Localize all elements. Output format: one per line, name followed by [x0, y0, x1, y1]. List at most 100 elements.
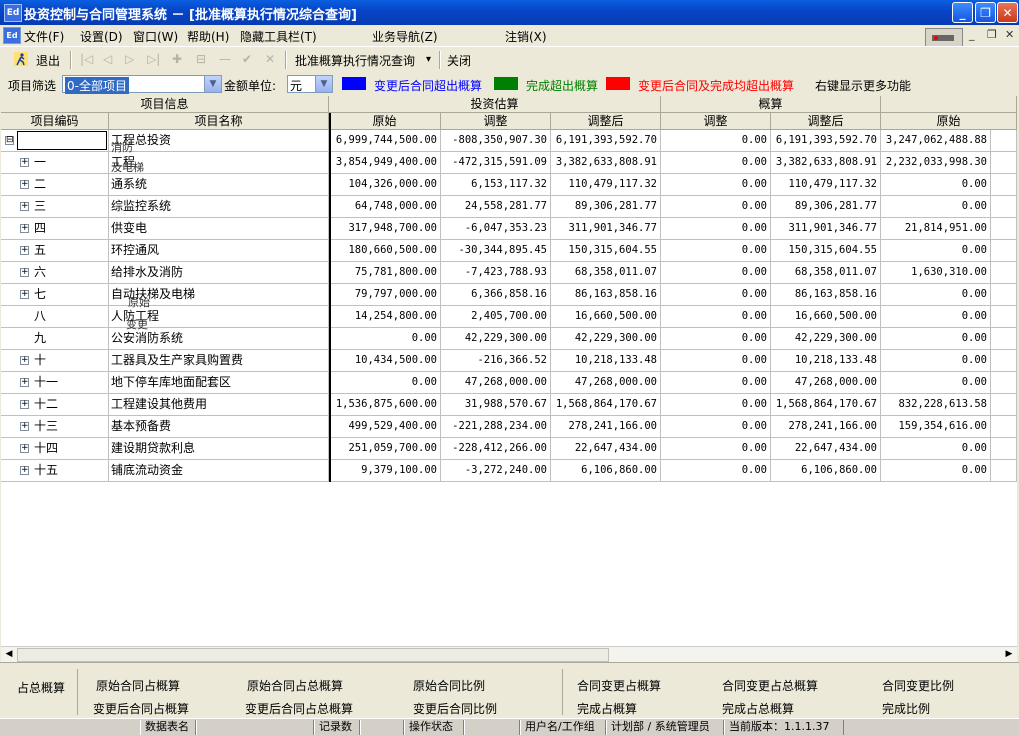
cell-project-code[interactable]: + 十四: [1, 438, 109, 460]
cell-estimate-original[interactable]: 79,797,000.00: [329, 284, 441, 306]
cell-contract-original[interactable]: 0.00: [881, 328, 991, 350]
table-row[interactable]: + 二通系统 104,326,000.00 6,153,117.32 110,479,1…: [1, 174, 1017, 196]
cancel-record-icon[interactable]: ✕: [265, 52, 275, 66]
expand-icon[interactable]: +: [20, 268, 29, 277]
mdi-minimize-button[interactable]: _: [969, 28, 975, 41]
cell-project-name[interactable]: 工器具及生产家具购置费: [109, 350, 329, 372]
cell-estimate-original[interactable]: 14,254,800.00: [329, 306, 441, 328]
cell-estimate-adjusted[interactable]: 42,229,300.00: [551, 328, 661, 350]
first-record-icon[interactable]: |◁: [80, 52, 93, 66]
cell-estimate-adjusted[interactable]: 110,479,117.32: [551, 174, 661, 196]
cell-budget-adjusted[interactable]: 6,191,393,592.70: [771, 130, 881, 152]
cell-contract-original[interactable]: 0.00: [881, 372, 991, 394]
cell-contract-original[interactable]: 0.00: [881, 196, 991, 218]
cell-budget-adjust[interactable]: 0.00: [661, 284, 771, 306]
cell-estimate-original[interactable]: 64,748,000.00: [329, 196, 441, 218]
menu-business-nav[interactable]: 业务导航(Z): [372, 28, 438, 45]
scroll-thumb[interactable]: [17, 648, 609, 662]
mdi-child-icon[interactable]: Ed: [3, 27, 21, 44]
cell-contract-original[interactable]: 21,814,951.00: [881, 218, 991, 240]
cell-budget-adjusted[interactable]: 22,647,434.00: [771, 438, 881, 460]
cell-budget-adjust[interactable]: 0.00: [661, 438, 771, 460]
cell-budget-adjusted[interactable]: 47,268,000.00: [771, 372, 881, 394]
add-record-icon[interactable]: ✚: [172, 52, 182, 66]
cell-estimate-original[interactable]: 251,059,700.00: [329, 438, 441, 460]
cell-budget-adjust[interactable]: 0.00: [661, 328, 771, 350]
cell-estimate-adjusted[interactable]: 6,106,860.00: [551, 460, 661, 482]
cell-estimate-adjusted[interactable]: 68,358,011.07: [551, 262, 661, 284]
table-row[interactable]: + 七自动扶梯及电梯 79,797,000.00 6,366,858.16 86,163…: [1, 284, 1017, 306]
cell-estimate-adjust[interactable]: -228,412,266.00: [441, 438, 551, 460]
cell-estimate-adjusted[interactable]: 89,306,281.77: [551, 196, 661, 218]
query-type-dropdown[interactable]: 批准概算执行情况查询: [295, 52, 415, 69]
table-row[interactable]: 八人防工程 14,254,800.00 2,405,700.00 16,660,500…: [1, 306, 1017, 328]
cell-contract-original[interactable]: 0.00: [881, 284, 991, 306]
mdi-close-button[interactable]: ✕: [1005, 28, 1014, 41]
expand-icon[interactable]: +: [20, 158, 29, 167]
column-header[interactable]: 项目名称: [109, 113, 329, 130]
cell-estimate-original[interactable]: 0.00: [329, 328, 441, 350]
code-edit-box[interactable]: [17, 131, 107, 150]
cell-estimate-original[interactable]: 75,781,800.00: [329, 262, 441, 284]
expand-icon[interactable]: +: [20, 466, 29, 475]
cell-budget-adjust[interactable]: 0.00: [661, 196, 771, 218]
cell-budget-adjust[interactable]: 0.00: [661, 218, 771, 240]
cell-estimate-original[interactable]: 180,660,500.00: [329, 240, 441, 262]
cell-project-code[interactable]: + 七: [1, 284, 109, 306]
cell-budget-adjusted[interactable]: 311,901,346.77: [771, 218, 881, 240]
cell-project-code[interactable]: + 二: [1, 174, 109, 196]
expand-icon[interactable]: +: [20, 378, 29, 387]
table-row[interactable]: + 十五 铺底流动资金 9,379,100.00 -3,272,240.00 6,106,…: [1, 460, 1017, 482]
cell-estimate-original[interactable]: 3,854,949,400.00: [329, 152, 441, 174]
delete-record-icon[interactable]: —: [219, 52, 231, 66]
cell-budget-adjust[interactable]: 0.00: [661, 130, 771, 152]
cell-estimate-adjust[interactable]: -216,366.52: [441, 350, 551, 372]
menu-logout[interactable]: 注销(X): [505, 28, 547, 45]
cell-contract-original[interactable]: 3,247,062,488.88: [881, 130, 991, 152]
cell-contract-original[interactable]: 0.00: [881, 460, 991, 482]
cell-contract-original[interactable]: 0.00: [881, 438, 991, 460]
cell-budget-adjust[interactable]: 0.00: [661, 306, 771, 328]
cell-project-code[interactable]: 九: [1, 328, 109, 350]
cell-budget-adjust[interactable]: 0.00: [661, 394, 771, 416]
project-filter-select[interactable]: 0-全部项目 ▼: [62, 75, 222, 94]
budget-grid[interactable]: 项目信息 投资估算 概算 项目编码 项目名称 原始 调整 调整后 调整 调整后 原始 ⊟ 工程总…: [1, 96, 1017, 646]
horizontal-scrollbar[interactable]: ◀ ▶: [1, 646, 1017, 662]
cell-estimate-original[interactable]: 317,948,700.00: [329, 218, 441, 240]
cell-project-name[interactable]: 给排水及消防: [109, 262, 329, 284]
exit-icon[interactable]: [14, 52, 28, 66]
scroll-left-icon[interactable]: ◀: [2, 648, 16, 660]
column-header[interactable]: 原始: [329, 113, 441, 130]
cell-estimate-adjusted[interactable]: 311,901,346.77: [551, 218, 661, 240]
cell-budget-adjust[interactable]: 0.00: [661, 262, 771, 284]
cell-estimate-original[interactable]: 6,999,744,500.00: [329, 130, 441, 152]
chevron-down-icon[interactable]: ▼: [204, 76, 221, 92]
cell-project-name[interactable]: 环控通风: [109, 240, 329, 262]
cell-estimate-adjusted[interactable]: 150,315,604.55: [551, 240, 661, 262]
cell-estimate-adjusted[interactable]: 16,660,500.00: [551, 306, 661, 328]
cell-project-code[interactable]: + 十: [1, 350, 109, 372]
insert-record-icon[interactable]: ⊟: [196, 52, 206, 66]
cell-project-code[interactable]: + 十二: [1, 394, 109, 416]
column-header[interactable]: 调整: [661, 113, 771, 130]
cell-estimate-adjusted[interactable]: 10,218,133.48: [551, 350, 661, 372]
cell-estimate-original[interactable]: 9,379,100.00: [329, 460, 441, 482]
expand-icon[interactable]: +: [20, 422, 29, 431]
cell-budget-adjusted[interactable]: 86,163,858.16: [771, 284, 881, 306]
cell-contract-original[interactable]: 0.00: [881, 306, 991, 328]
cell-project-code[interactable]: ⊟: [1, 130, 109, 152]
cell-estimate-adjusted[interactable]: 86,163,858.16: [551, 284, 661, 306]
menu-window[interactable]: 窗口(W): [133, 28, 178, 45]
mdi-restore-button[interactable]: ❐: [987, 28, 997, 41]
column-header[interactable]: 原始: [881, 113, 1017, 130]
cell-estimate-adjust[interactable]: 6,366,858.16: [441, 284, 551, 306]
table-row[interactable]: + 五环控通风 180,660,500.00 -30,344,895.45 150,31…: [1, 240, 1017, 262]
cell-contract-original[interactable]: 159,354,616.00: [881, 416, 991, 438]
table-row[interactable]: + 十一 地下停车库地面配套区 0.00 47,268,000.00 47,268,000…: [1, 372, 1017, 394]
cell-estimate-original[interactable]: 1,536,875,600.00: [329, 394, 441, 416]
cell-budget-adjust[interactable]: 0.00: [661, 152, 771, 174]
cell-estimate-original[interactable]: 0.00: [329, 372, 441, 394]
cell-estimate-adjust[interactable]: 47,268,000.00: [441, 372, 551, 394]
cell-contract-original[interactable]: 0.00: [881, 240, 991, 262]
expand-icon[interactable]: +: [20, 246, 29, 255]
